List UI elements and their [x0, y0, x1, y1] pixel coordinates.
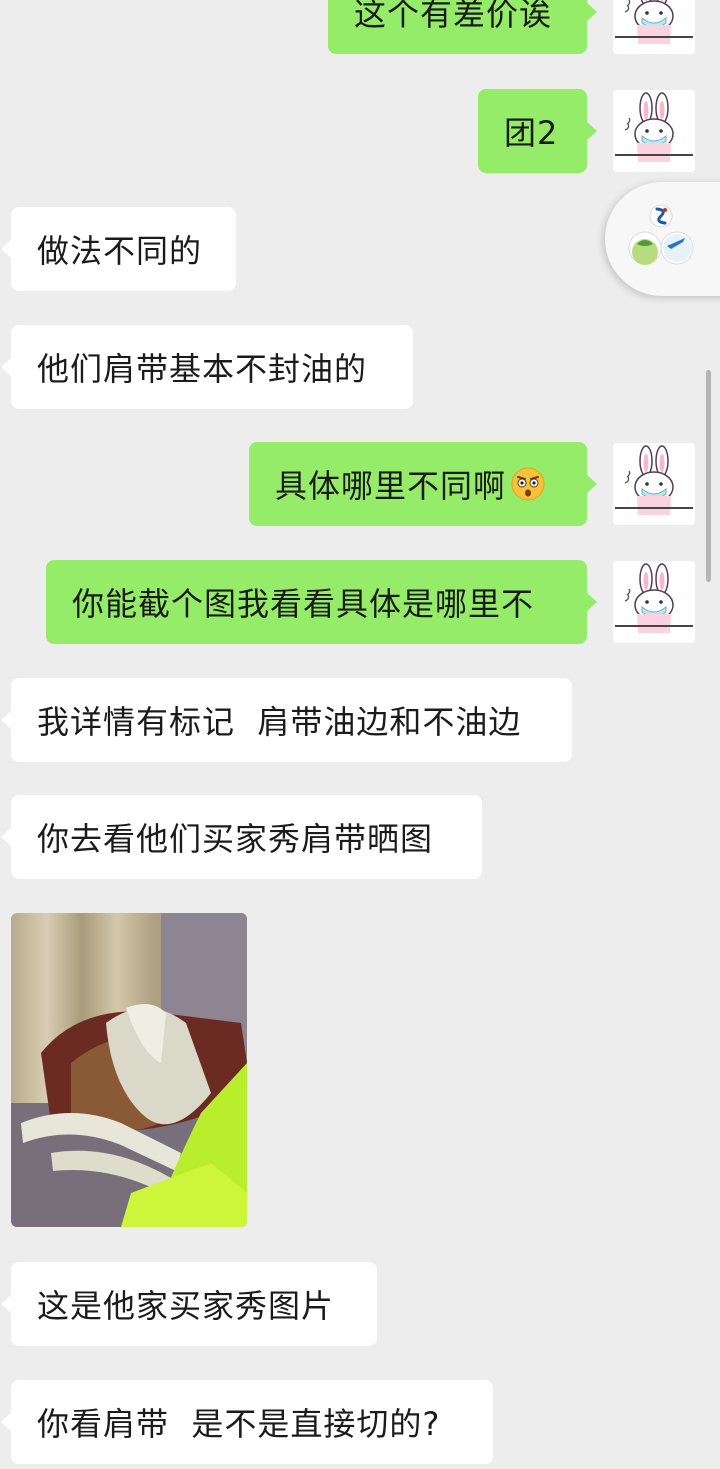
buyer-show-photo-message[interactable] [11, 913, 247, 1227]
pink-bunny-avatar-icon [615, 0, 693, 44]
message-bubble-incoming[interactable]: 你看肩带 是不是直接切的? [1, 1380, 493, 1464]
avatar[interactable] [613, 0, 695, 54]
avatar[interactable] [613, 561, 695, 643]
message-text: 你能截个图我看看具体是哪里不 [72, 585, 535, 623]
message-text: 你看肩带 是不是直接切的? [37, 1405, 441, 1443]
message-text: 这个有差价诶 [354, 0, 553, 33]
shocked-face-emoji-icon [511, 467, 545, 501]
message-bubble-outgoing[interactable]: 具体哪里不同啊 [249, 442, 597, 526]
message-text: 你去看他们买家秀肩带晒图 [37, 820, 434, 858]
pink-bunny-avatar-icon [615, 563, 693, 633]
message-text: 做法不同的 [37, 232, 203, 270]
pink-bunny-avatar-icon [615, 92, 693, 162]
scrollbar[interactable] [706, 370, 711, 582]
message-bubble-outgoing[interactable]: 团2 [478, 89, 597, 173]
message-text: 他们肩带基本不封油的 [37, 350, 368, 388]
pink-bunny-avatar-icon [615, 445, 693, 515]
message-bubble-outgoing[interactable]: 这个有差价诶 [328, 0, 597, 54]
floating-mini-program-icon [628, 204, 694, 265]
message-text: 这是他家买家秀图片 [37, 1287, 335, 1325]
message-bubble-incoming[interactable]: 我详情有标记 肩带油边和不油边 [1, 678, 572, 762]
message-bubble-incoming[interactable]: 这是他家买家秀图片 [1, 1262, 377, 1346]
message-text: 我详情有标记 肩带油边和不油边 [37, 703, 522, 741]
message-text: 具体哪里不同啊 [275, 467, 507, 505]
avatar[interactable] [613, 90, 695, 172]
avatar[interactable] [613, 443, 695, 525]
message-text: 团2 [504, 114, 559, 152]
message-bubble-incoming[interactable]: 你去看他们买家秀肩带晒图 [1, 795, 482, 879]
bag-strap-photo [11, 913, 247, 1227]
floating-widget[interactable] [605, 182, 720, 296]
message-bubble-outgoing[interactable]: 你能截个图我看看具体是哪里不 [46, 560, 597, 644]
message-bubble-incoming[interactable]: 做法不同的 [1, 207, 236, 291]
message-bubble-incoming[interactable]: 他们肩带基本不封油的 [1, 325, 413, 409]
